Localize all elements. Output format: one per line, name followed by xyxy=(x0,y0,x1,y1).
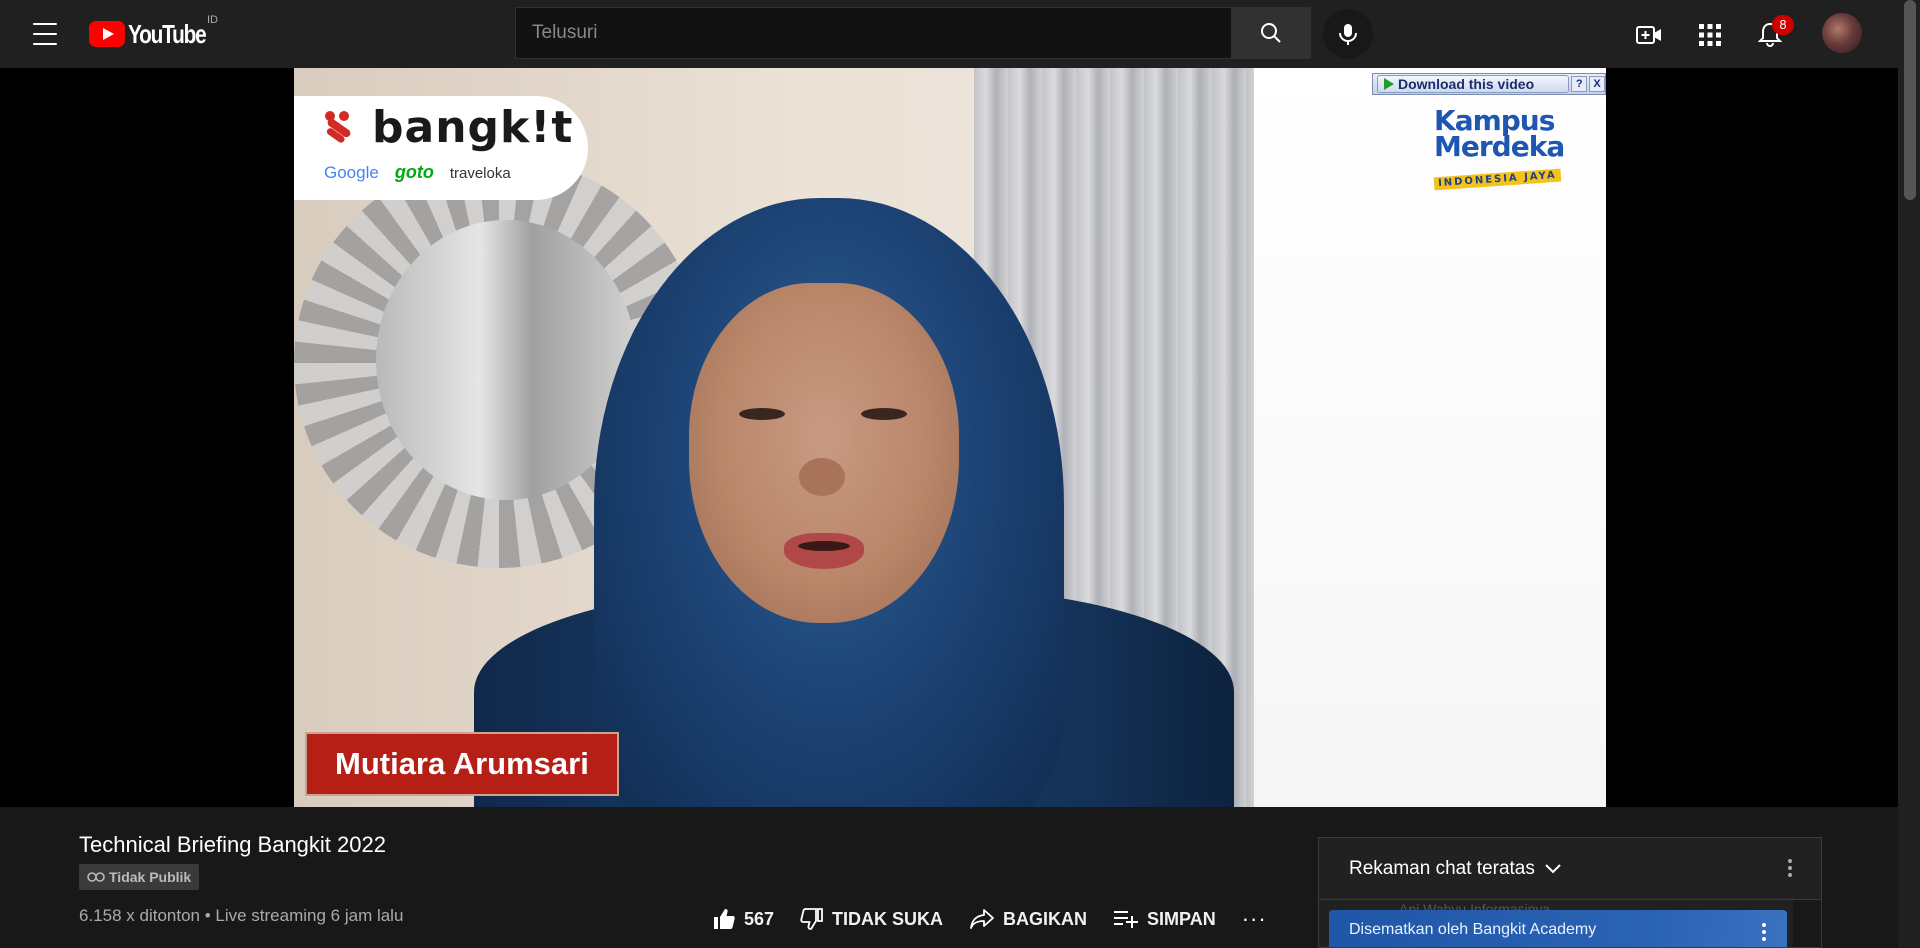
chevron-down-icon[interactable] xyxy=(1545,863,1561,874)
save-label: SIMPAN xyxy=(1147,908,1216,929)
chat-scrollbar[interactable] xyxy=(1793,900,1821,947)
youtube-logo[interactable]: YouTube ID xyxy=(89,14,225,49)
chat-mode-selector[interactable]: Rekaman chat teratas xyxy=(1349,858,1535,880)
search-icon xyxy=(1261,23,1281,43)
kampus-merdeka-logo: Kampus Merdeka INDONESIA JAYA xyxy=(1433,107,1574,191)
apps-grid-icon xyxy=(1699,24,1721,46)
hamburger-line-icon xyxy=(33,33,57,35)
partner-google: Google xyxy=(324,163,379,182)
privacy-label: Tidak Publik xyxy=(109,869,192,885)
create-video-button[interactable] xyxy=(1632,18,1666,52)
share-arrow-icon xyxy=(970,909,994,929)
chat-replay-panel: Rekaman chat teratas Ani Wahyu Informasi… xyxy=(1318,837,1822,948)
speaker-name-tag: Mutiara Arumsari xyxy=(305,732,619,796)
video-player[interactable]: bangk!t Google goto traveloka Download t… xyxy=(294,68,1606,807)
search-button[interactable] xyxy=(1231,7,1311,59)
play-triangle-icon xyxy=(1384,78,1394,90)
page-scrollbar[interactable] xyxy=(1898,0,1920,948)
pinned-more-vertical-icon[interactable] xyxy=(1761,922,1767,942)
speaker-mouth xyxy=(784,533,864,569)
pinned-message-banner[interactable]: Disematkan oleh Bangkit Academy xyxy=(1329,910,1787,947)
download-close-button[interactable]: X xyxy=(1589,76,1605,92)
apps-button[interactable] xyxy=(1693,18,1727,52)
thumbs-down-icon xyxy=(800,908,823,930)
pinned-label: Disematkan oleh Bangkit Academy xyxy=(1349,921,1597,938)
chat-header: Rekaman chat teratas xyxy=(1319,838,1821,900)
privacy-badge: Tidak Publik xyxy=(79,864,200,890)
like-count: 567 xyxy=(744,908,775,929)
partner-logos: Google goto traveloka xyxy=(324,162,511,183)
speaker-nose xyxy=(799,458,845,496)
country-code: ID xyxy=(207,14,218,26)
speaker-eye xyxy=(861,408,907,420)
video-actions: 567 TIDAK SUKA BAGIKAN SIMPAN ··· xyxy=(712,902,1267,936)
bangkit-mark-icon xyxy=(325,111,351,143)
hamburger-line-icon xyxy=(33,23,57,25)
dislike-button[interactable]: TIDAK SUKA xyxy=(800,907,943,931)
speaker-eye xyxy=(739,408,785,420)
share-label: BAGIKAN xyxy=(1003,908,1088,929)
video-camera-plus-icon xyxy=(1636,26,1661,44)
bangkit-wordmark: bangk!t xyxy=(372,102,574,153)
dislike-label: TIDAK SUKA xyxy=(832,908,944,929)
player-area: bangk!t Google goto traveloka Download t… xyxy=(0,68,1898,807)
notification-count-badge: 8 xyxy=(1772,15,1794,35)
search-box xyxy=(515,7,1311,59)
share-button[interactable]: BAGIKAN xyxy=(969,908,1087,930)
view-count-and-date: 6.158 x ditonton • Live streaming 6 jam … xyxy=(79,906,404,925)
voice-search-button[interactable] xyxy=(1323,9,1373,59)
thumbs-up-icon xyxy=(714,909,735,929)
download-video-button[interactable]: Download this video xyxy=(1377,75,1570,93)
bangkit-logo-overlay: bangk!t Google goto traveloka xyxy=(294,96,588,200)
download-label: Download this video xyxy=(1398,76,1535,92)
partner-goto: goto xyxy=(394,162,434,182)
more-actions-button[interactable]: ··· xyxy=(1242,906,1267,932)
chat-more-vertical-icon[interactable] xyxy=(1787,858,1793,878)
kampus-line2: Merdeka xyxy=(1434,130,1565,163)
account-avatar[interactable] xyxy=(1822,13,1862,53)
youtube-play-icon xyxy=(89,21,125,47)
hamburger-line-icon xyxy=(33,43,57,45)
download-extension-bar: Download this video ? X xyxy=(1372,73,1606,95)
microphone-icon xyxy=(1339,24,1357,45)
guide-menu-button[interactable] xyxy=(28,20,62,48)
masthead: YouTube ID Telusuri 8 xyxy=(0,0,1898,68)
speaker-face xyxy=(689,283,959,623)
search-input[interactable] xyxy=(515,7,1231,59)
link-icon xyxy=(87,872,105,882)
save-button[interactable]: SIMPAN xyxy=(1113,909,1216,930)
logo-text: YouTube xyxy=(128,18,207,49)
video-title: Technical Briefing Bangkit 2022 xyxy=(79,832,386,857)
like-button[interactable]: 567 xyxy=(712,907,774,931)
download-help-button[interactable]: ? xyxy=(1571,76,1588,92)
partner-traveloka: traveloka xyxy=(449,165,511,182)
page-scrollbar-thumb[interactable] xyxy=(1904,0,1916,200)
playlist-add-icon xyxy=(1114,911,1139,928)
